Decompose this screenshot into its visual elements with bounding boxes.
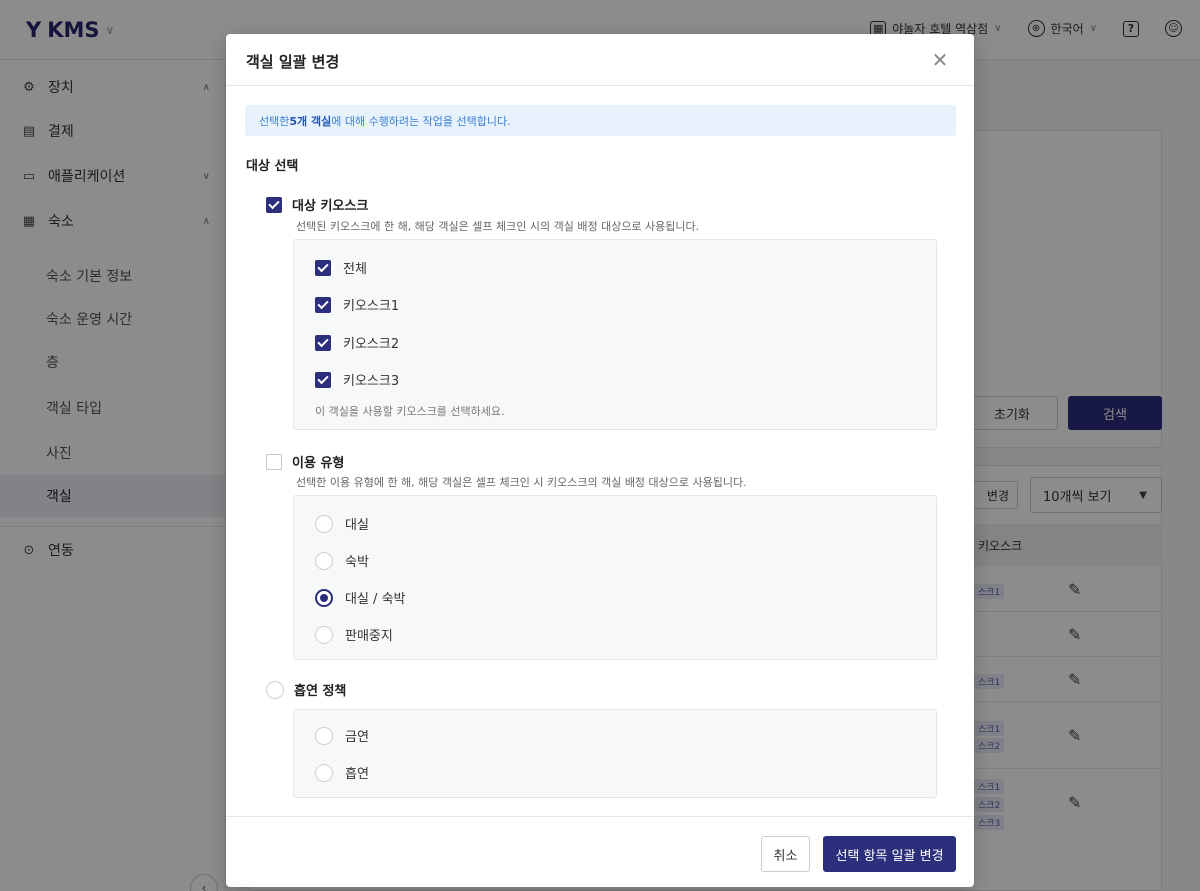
usage-option-radio[interactable]	[315, 625, 333, 644]
kiosk-option-3[interactable]: 키오스크3	[315, 370, 399, 389]
smoking-option-radio[interactable]	[315, 726, 333, 745]
kiosk-option-label: 키오스크1	[343, 299, 400, 314]
bulk-edit-modal: 객실 일괄 변경 ✕ 선택한 5개 객실 에 대해 수행하려는 작업을 선택합니…	[226, 34, 974, 887]
usage-option-radio[interactable]	[315, 551, 333, 570]
usage-group-checkbox[interactable]	[266, 453, 282, 470]
smoking-group-label: 흡연 정책	[294, 684, 347, 699]
kiosk-options-box: 전체 키오스크1 키오스크2 키오스크3 이 객실을 사용할 키오스크를 선택하…	[293, 239, 937, 430]
kiosk-option-2[interactable]: 키오스크2	[315, 333, 399, 352]
info-suffix: 에 대해 수행하려는 작업을 선택합니다.	[331, 114, 511, 128]
kiosk-group-label: 대상 키오스크	[292, 199, 369, 214]
usage-option-label: 숙박	[345, 555, 369, 570]
kiosk-option-label: 키오스크2	[343, 337, 400, 352]
usage-option-daystay[interactable]: 대실	[315, 514, 369, 533]
usage-option-label: 대실	[345, 518, 369, 533]
section-title: 대상 선택	[246, 159, 299, 174]
kiosk-option-label: 전체	[343, 262, 367, 277]
usage-option-overnight[interactable]: 숙박	[315, 551, 369, 570]
modal-footer: 취소 선택 항목 일괄 변경	[226, 816, 974, 887]
usage-option-suspended[interactable]: 판매중지	[315, 625, 393, 644]
kiosk-option-checkbox[interactable]	[315, 259, 331, 276]
usage-option-radio[interactable]	[315, 588, 333, 607]
usage-option-label: 판매중지	[345, 629, 393, 644]
kiosk-option-checkbox[interactable]	[315, 296, 331, 313]
modal-title: 객실 일괄 변경	[246, 53, 340, 71]
usage-option-both[interactable]: 대실 / 숙박	[315, 588, 406, 607]
apply-bulk-change-button[interactable]: 선택 항목 일괄 변경	[823, 836, 956, 872]
kiosk-hint: 이 객실을 사용할 키오스크를 선택하세요.	[315, 405, 505, 418]
kiosk-option-checkbox[interactable]	[315, 371, 331, 388]
smoking-option-label: 흡연	[345, 767, 369, 782]
usage-options-box: 대실 숙박 대실 / 숙박 판매중지	[293, 495, 937, 660]
smoking-option-radio[interactable]	[315, 763, 333, 782]
info-prefix: 선택한	[259, 114, 290, 128]
close-icon: ✕	[931, 48, 949, 72]
info-count: 5개 객실	[289, 114, 332, 128]
smoking-options-box: 금연 흡연	[293, 709, 937, 798]
info-banner: 선택한 5개 객실 에 대해 수행하려는 작업을 선택합니다.	[245, 105, 956, 136]
usage-group-description: 선택한 이용 유형에 한 해, 해당 객실은 셀프 체크인 시 키오스크의 객실…	[296, 476, 747, 489]
usage-option-label: 대실 / 숙박	[345, 592, 406, 607]
smoking-option-nonsmoking[interactable]: 금연	[315, 726, 369, 745]
smoking-group-toggle[interactable]: 흡연 정책	[266, 680, 346, 699]
kiosk-option-label: 키오스크3	[343, 374, 400, 389]
kiosk-group-checkbox[interactable]	[266, 196, 282, 213]
kiosk-option-1[interactable]: 키오스크1	[315, 295, 399, 314]
usage-option-radio[interactable]	[315, 514, 333, 533]
cancel-button[interactable]: 취소	[761, 836, 810, 872]
kiosk-option-checkbox[interactable]	[315, 334, 331, 351]
usage-group-label: 이용 유형	[292, 456, 345, 471]
usage-group-toggle[interactable]: 이용 유형	[266, 452, 344, 471]
smoking-option-label: 금연	[345, 730, 369, 745]
smoking-option-smoking[interactable]: 흡연	[315, 763, 369, 782]
kiosk-group-description: 선택된 키오스크에 한 해, 해당 객실은 셀프 체크인 시의 객실 배정 대상…	[296, 220, 700, 233]
smoking-group-radio[interactable]	[266, 680, 284, 699]
kiosk-option-all[interactable]: 전체	[315, 258, 367, 277]
close-button[interactable]: ✕	[928, 48, 952, 72]
kiosk-group-toggle[interactable]: 대상 키오스크	[266, 195, 368, 214]
modal-header: 객실 일괄 변경 ✕	[226, 34, 974, 86]
